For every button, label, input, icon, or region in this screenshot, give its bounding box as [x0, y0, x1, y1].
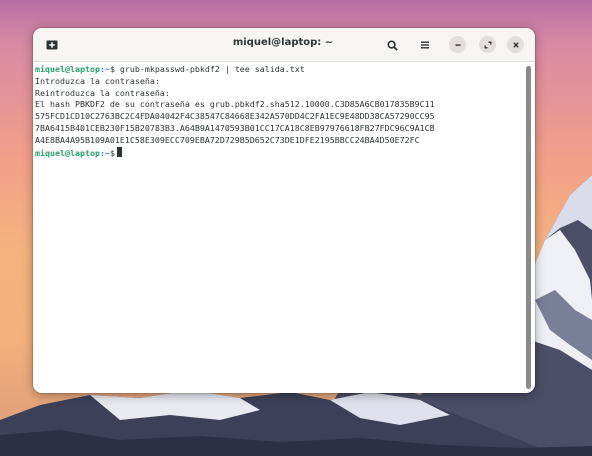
text-cursor — [116, 146, 122, 157]
minimize-icon — [455, 43, 460, 46]
hash-output-line: A4E8BA4A95B109A01E1C58E309ECC709EBA72D72… — [35, 134, 420, 145]
command-text: $ grub-mkpasswd-pbkdf2 | tee salida.txt — [109, 64, 305, 74]
prompt-user-host: miquel@laptop — [35, 147, 100, 158]
maximize-icon — [484, 41, 491, 48]
scrollbar[interactable] — [526, 66, 531, 389]
prompt-user-host: miquel@laptop — [35, 64, 100, 74]
password-reprompt-line: Reintroduzca la contraseña: — [35, 87, 170, 98]
prompt-path: :~ — [99, 147, 110, 158]
terminal-window: miquel@laptop: ~ miquel@laptop:~$ grub-m… — [33, 28, 535, 393]
hash-output-line: El hash PBKDF2 de su contraseña es grub.… — [35, 99, 435, 110]
close-icon — [512, 41, 519, 48]
terminal-output[interactable]: miquel@laptop:~$ grub-mkpasswd-pbkdf2 | … — [33, 62, 523, 393]
new-tab-icon — [46, 40, 58, 50]
search-button[interactable] — [383, 36, 401, 54]
main-menu-button[interactable] — [416, 36, 434, 54]
command-line: miquel@laptop:~$ grub-mkpasswd-pbkdf2 | … — [35, 64, 523, 76]
minimize-button[interactable] — [449, 36, 466, 53]
hash-output-line: 7BA6415B401CEB230F15B20783B3.A64B9A14705… — [35, 122, 435, 133]
prompt-path: :~ — [99, 64, 110, 74]
hamburger-menu-icon — [421, 41, 429, 49]
header-bar: miquel@laptop: ~ — [33, 28, 535, 62]
new-tab-button[interactable] — [43, 36, 61, 54]
hash-output-line: 575FCD1CD10C2763BC2C4FDA04042F4C38547C84… — [35, 111, 435, 122]
close-button[interactable] — [507, 36, 524, 53]
search-icon — [386, 39, 398, 51]
maximize-button[interactable] — [479, 36, 496, 53]
final-prompt-line: miquel@laptop:~$ — [35, 146, 523, 159]
prompt-symbol: $ — [109, 147, 115, 158]
password-prompt-line: Introduzca la contraseña: — [35, 75, 160, 86]
window-title: miquel@laptop: ~ — [232, 37, 334, 48]
